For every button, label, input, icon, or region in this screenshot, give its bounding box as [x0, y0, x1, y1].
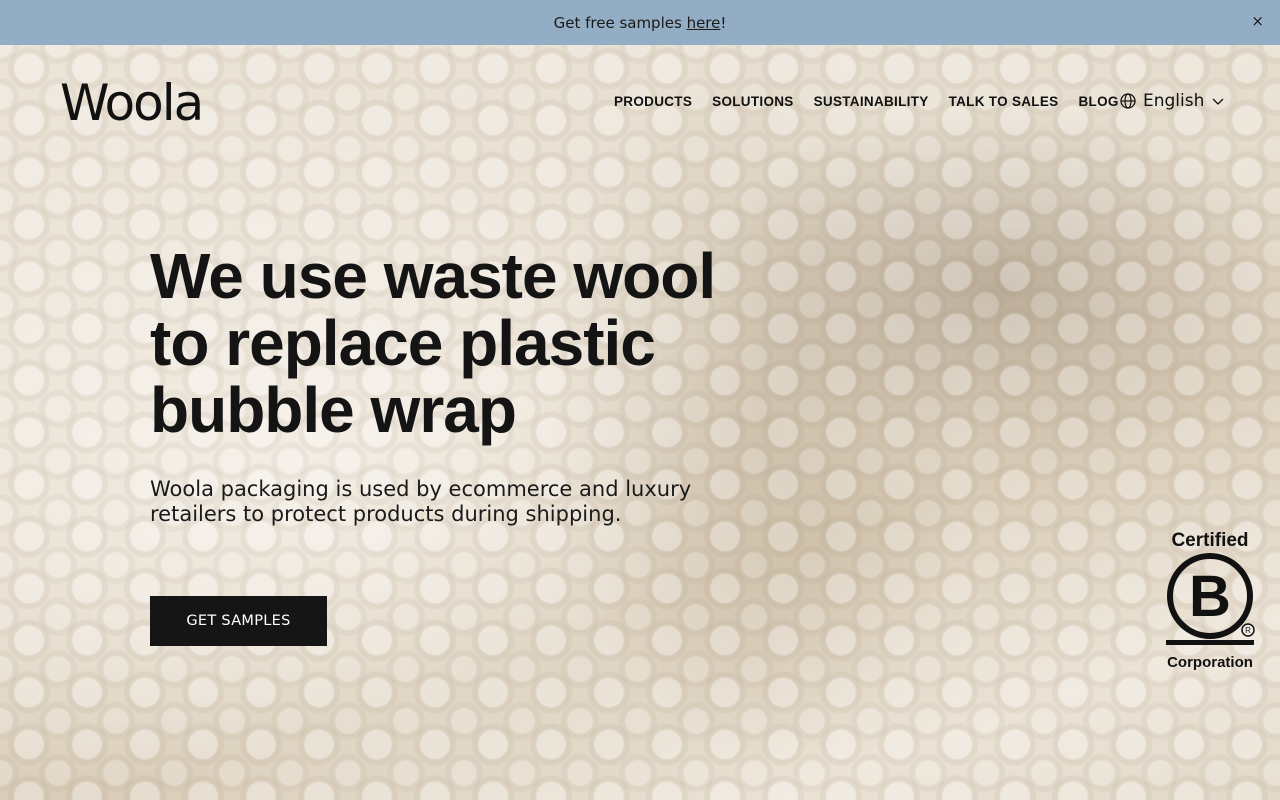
announcement-text: Get free samples here!	[554, 14, 727, 32]
language-selector[interactable]: English	[1120, 91, 1225, 111]
woola-logo[interactable]: Woola	[60, 74, 204, 132]
get-samples-button[interactable]: GET SAMPLES	[150, 596, 327, 646]
nav-sustainability[interactable]: SUSTAINABILITY	[814, 94, 929, 109]
headline-line: to replace plastic	[150, 307, 656, 379]
hero-subheading: Woola packaging is used by ecommerce and…	[150, 477, 750, 527]
subhead-line: retailers to protect products during shi…	[150, 502, 622, 526]
subhead-line: Woola packaging is used by ecommerce and…	[150, 477, 692, 501]
badge-certified-text: Certified	[1171, 530, 1249, 551]
language-label: English	[1143, 91, 1205, 111]
nav-products[interactable]: PRODUCTS	[614, 94, 692, 109]
badge-corporation-text: Corporation	[1167, 654, 1253, 671]
svg-text:R: R	[1245, 626, 1251, 635]
headline-line: bubble wrap	[150, 374, 517, 446]
announcement-bar: Get free samples here! ×	[0, 0, 1280, 45]
b-corp-logo-icon: B R	[1166, 553, 1255, 645]
badge-letter: B	[1189, 564, 1231, 629]
nav-talk-to-sales[interactable]: TALK TO SALES	[949, 94, 1059, 109]
nav-solutions[interactable]: SOLUTIONS	[712, 94, 793, 109]
globe-icon	[1120, 93, 1136, 109]
announcement-prefix: Get free samples	[553, 13, 687, 32]
free-samples-link[interactable]: here	[687, 14, 721, 32]
hero-headline: We use waste wool to replace plastic bub…	[150, 243, 770, 444]
nav-blog[interactable]: BLOG	[1078, 94, 1118, 109]
main-nav: PRODUCTS SOLUTIONS SUSTAINABILITY TALK T…	[614, 94, 1119, 109]
chevron-down-icon	[1212, 98, 1224, 105]
headline-line: We use waste wool	[150, 240, 716, 312]
b-corp-badge: Certified B R Corporation	[1162, 530, 1258, 671]
close-icon[interactable]: ×	[1251, 12, 1264, 30]
announcement-suffix: !	[720, 13, 727, 32]
